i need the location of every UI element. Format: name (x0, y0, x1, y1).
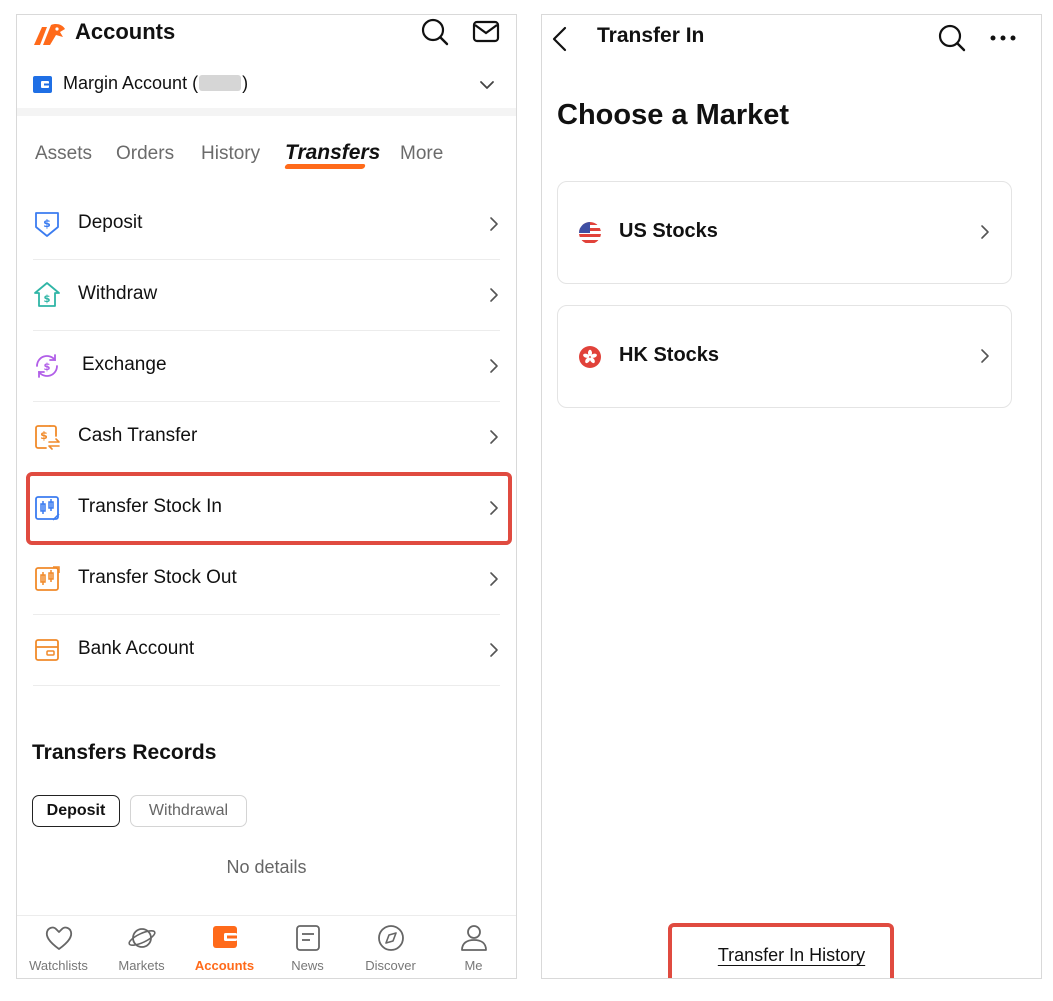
margin-account-icon (33, 76, 52, 93)
bottom-nav: Watchlists Markets Accounts News Discove… (17, 915, 516, 978)
planet-icon (128, 928, 156, 948)
nav-discover[interactable]: Discover (349, 916, 432, 978)
user-icon (461, 925, 487, 951)
chevron-right-icon (490, 217, 498, 231)
search-icon[interactable] (420, 17, 450, 47)
transfers-menu: $ Deposit $ Withdraw $ Exchange $ Cash T… (17, 189, 516, 686)
svg-text:$: $ (44, 362, 51, 373)
tab-history[interactable]: History (201, 143, 260, 165)
menu-item-cash-transfer[interactable]: $ Cash Transfer (17, 402, 516, 473)
chevron-right-icon (981, 225, 989, 239)
compass-icon (378, 925, 404, 951)
account-name-suffix: ) (242, 73, 249, 93)
nav-label: News (291, 958, 324, 973)
menu-item-label: Cash Transfer (78, 425, 198, 446)
tab-assets[interactable]: Assets (35, 143, 92, 165)
records-title: Transfers Records (32, 741, 217, 764)
heart-icon (45, 926, 73, 950)
exchange-icon: $ (36, 354, 58, 378)
redacted-account-number (199, 75, 242, 91)
market-label: HK Stocks (619, 344, 720, 366)
nav-label: Accounts (194, 958, 255, 973)
menu-item-withdraw[interactable]: $ Withdraw (17, 260, 516, 331)
market-label: US Stocks (619, 220, 718, 242)
section-divider (17, 108, 516, 116)
menu-item-label: Transfer Stock Out (78, 567, 237, 588)
market-card-us-stocks[interactable]: US Stocks (557, 181, 1012, 284)
tab-more[interactable]: More (400, 143, 443, 165)
nav-label: Discover (365, 958, 416, 973)
nav-label: Me (464, 958, 483, 973)
chevron-down-icon[interactable] (477, 75, 497, 95)
chevron-right-icon (490, 572, 498, 586)
menu-item-label: Deposit (78, 212, 143, 233)
filter-withdrawal-button[interactable]: Withdrawal (130, 795, 247, 827)
more-options-icon[interactable] (988, 27, 1018, 49)
highlight-annotation (26, 472, 512, 545)
account-selector[interactable]: Margin Account () (17, 65, 516, 107)
mail-icon[interactable] (471, 17, 501, 47)
section-heading: Choose a Market (557, 99, 790, 131)
deposit-icon: $ (35, 212, 59, 237)
tab-orders[interactable]: Orders (116, 143, 174, 165)
accounts-screen: Accounts Margin Account () Assets Orders… (16, 14, 517, 979)
chevron-right-icon (490, 430, 498, 444)
menu-item-bank-account[interactable]: Bank Account (17, 615, 516, 686)
nav-me[interactable]: Me (432, 916, 515, 978)
menu-item-label: Exchange (82, 354, 167, 375)
chevron-right-icon (490, 359, 498, 373)
back-arrow-icon[interactable] (548, 25, 572, 53)
page-title: Transfer In (597, 24, 705, 47)
menu-item-label: Withdraw (78, 283, 158, 304)
nav-watchlists[interactable]: Watchlists (17, 916, 100, 978)
market-card-hk-stocks[interactable]: HK Stocks (557, 305, 1012, 408)
accounts-header: Accounts (17, 15, 516, 55)
filter-deposit-button[interactable]: Deposit (32, 795, 120, 827)
withdraw-icon: $ (34, 282, 60, 307)
menu-item-deposit[interactable]: $ Deposit (17, 189, 516, 260)
menu-item-label: Bank Account (78, 638, 195, 659)
wallet-icon (213, 926, 237, 948)
account-name-prefix: Margin Account ( (63, 73, 199, 93)
menu-item-transfer-stock-out[interactable]: Transfer Stock Out (17, 544, 516, 615)
transfer-in-history-link[interactable]: Transfer In History (542, 945, 1041, 966)
news-icon (296, 925, 320, 951)
nav-label: Watchlists (29, 958, 88, 973)
hk-flag-icon (579, 346, 601, 368)
transfer-in-screen: Transfer In Choose a Market US Stocks HK… (541, 14, 1042, 979)
account-tabs: Assets Orders History Transfers More (17, 140, 516, 180)
chevron-right-icon (490, 288, 498, 302)
page-title: Accounts (75, 19, 176, 44)
us-flag-icon (579, 222, 601, 244)
tab-transfers[interactable]: Transfers (285, 141, 380, 165)
nav-label: Markets (118, 958, 165, 973)
nav-accounts[interactable]: Accounts (183, 916, 266, 978)
nav-news[interactable]: News (266, 916, 349, 978)
account-name: Margin Account () (63, 73, 248, 94)
chevron-right-icon (981, 349, 989, 363)
chevron-right-icon (490, 643, 498, 657)
empty-state-text: No details (226, 857, 307, 877)
cash-transfer-icon: $ (35, 425, 60, 450)
bank-account-icon (35, 639, 59, 661)
brand-logo-icon (34, 24, 65, 45)
transfer-in-history-label: Transfer In History (717, 945, 866, 965)
menu-item-exchange[interactable]: $ Exchange (17, 331, 516, 402)
active-tab-indicator (284, 164, 366, 169)
svg-text:$: $ (43, 217, 51, 230)
svg-text:$: $ (44, 294, 51, 305)
svg-text:$: $ (40, 429, 48, 442)
transfer-stock-out-icon (35, 566, 60, 591)
search-icon[interactable] (937, 23, 967, 53)
nav-markets[interactable]: Markets (100, 916, 183, 978)
